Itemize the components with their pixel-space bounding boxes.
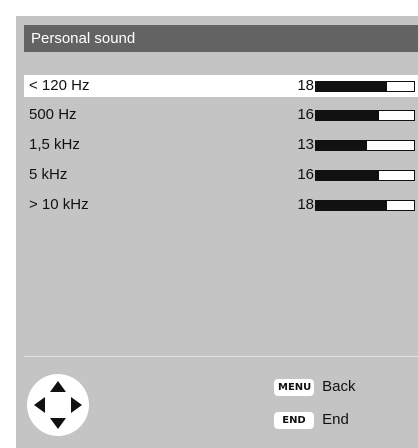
level-bar-fill (316, 82, 387, 91)
band-value: 18 (297, 196, 314, 213)
band-row-10khz[interactable]: > 10 kHz 18 (24, 194, 418, 216)
band-value: 18 (297, 77, 314, 94)
menu-key-hint: MENU Back (274, 376, 356, 398)
back-label: Back (322, 378, 356, 396)
level-bar[interactable] (315, 110, 415, 121)
end-key-hint: END End (274, 409, 349, 431)
level-bar-fill (316, 201, 387, 210)
band-row-5khz[interactable]: 5 kHz 16 (24, 164, 418, 186)
level-bar[interactable] (315, 140, 415, 151)
level-bar-fill (316, 171, 379, 180)
band-row-500hz[interactable]: 500 Hz 16 (24, 104, 418, 126)
band-value: 13 (297, 136, 314, 153)
level-bar[interactable] (315, 200, 415, 211)
level-bar-fill (316, 111, 379, 120)
level-bar-fill (316, 141, 367, 150)
band-label: < 120 Hz (29, 77, 90, 94)
level-bar[interactable] (315, 81, 415, 92)
band-row-1-5khz[interactable]: 1,5 kHz 13 (24, 134, 418, 156)
band-row-120hz[interactable]: < 120 Hz 18 (24, 75, 418, 97)
band-label: 500 Hz (29, 106, 77, 123)
end-label: End (322, 411, 349, 429)
level-bar[interactable] (315, 170, 415, 181)
menu-key-badge: MENU (274, 378, 314, 396)
band-label: 5 kHz (29, 166, 68, 183)
menu-title: Personal sound (24, 25, 418, 52)
osd-panel: Personal sound < 120 Hz 18 500 Hz 16 1,5… (16, 16, 418, 448)
band-value: 16 (297, 106, 314, 123)
band-label: 1,5 kHz (29, 136, 80, 153)
end-key-badge: END (274, 411, 314, 429)
band-label: > 10 kHz (29, 196, 89, 213)
dpad-icon (27, 374, 89, 436)
footer-divider (24, 356, 418, 357)
band-value: 16 (297, 166, 314, 183)
